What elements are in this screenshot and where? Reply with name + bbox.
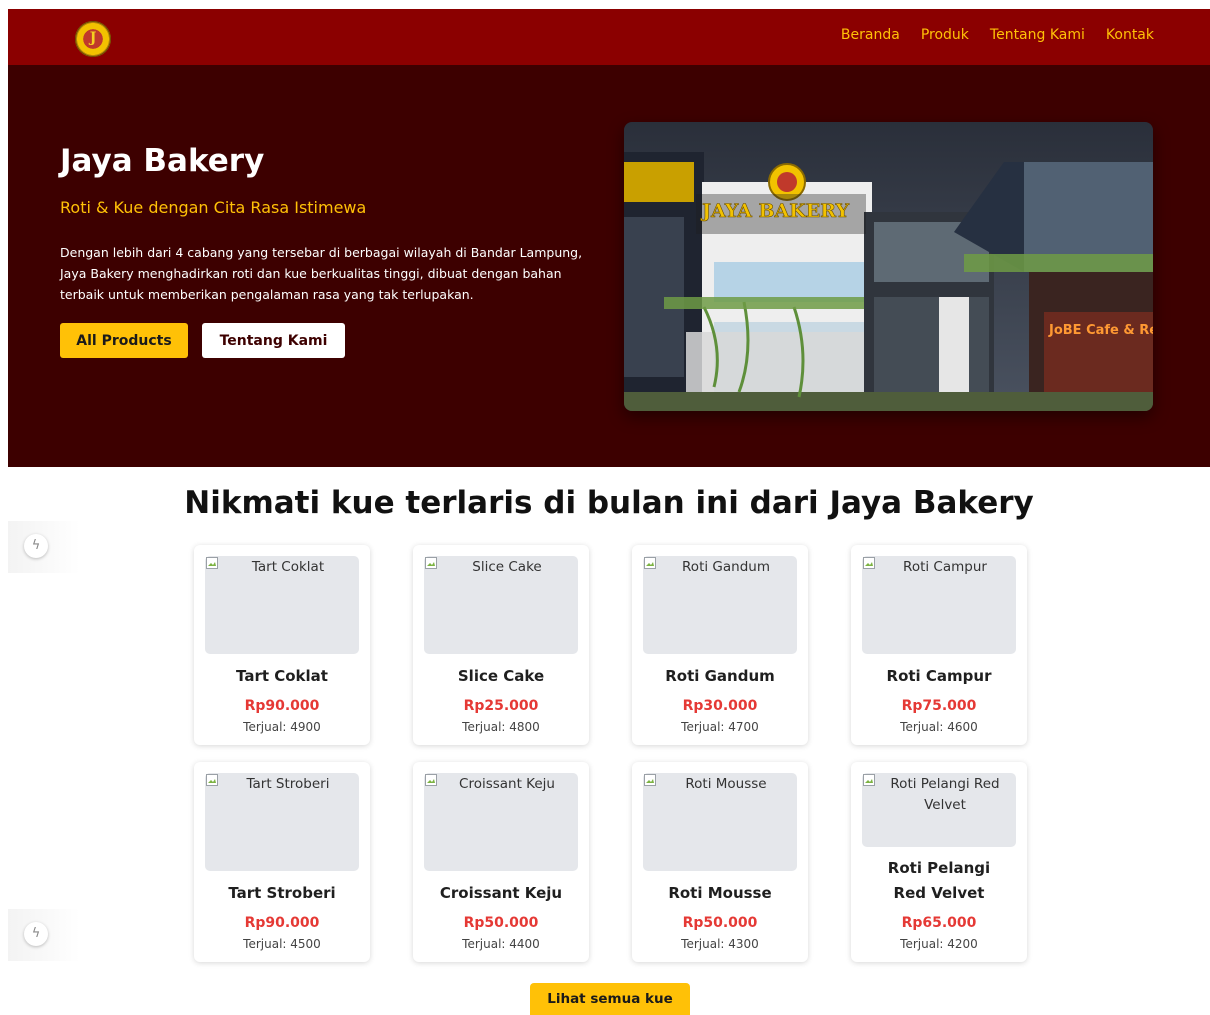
product-price: Rp90.000	[244, 698, 320, 714]
product-sold-count: Terjual: 4700	[681, 720, 759, 734]
product-name: Slice Cake	[457, 667, 545, 685]
product-name: Roti Campur	[886, 667, 992, 685]
nav-link-tentang-kami[interactable]: Tentang Kami	[990, 27, 1085, 43]
product-card[interactable]: Croissant Keju Croissant Keju Rp50.000 T…	[413, 762, 589, 962]
product-price: Rp75.000	[901, 698, 977, 714]
product-name: Roti Gandum	[665, 667, 775, 685]
product-image-alt: Slice Cake	[472, 559, 542, 575]
product-sold-count: Terjual: 4900	[243, 720, 321, 734]
product-sold-count: Terjual: 4600	[900, 720, 978, 734]
product-image: Roti Mousse	[643, 773, 797, 871]
product-name: Roti Mousse	[668, 884, 772, 902]
product-name: Tart Coklat	[236, 667, 328, 685]
product-card[interactable]: Roti Mousse Roti Mousse Rp50.000 Terjual…	[632, 762, 808, 962]
product-image: Slice Cake	[424, 556, 578, 654]
product-image: Roti Pelangi Red Velvet	[862, 773, 1016, 847]
product-sold-count: Terjual: 4500	[243, 937, 321, 951]
product-image: Roti Campur	[862, 556, 1016, 654]
product-image: Tart Stroberi	[205, 773, 359, 871]
product-sold-count: Terjual: 4200	[900, 937, 978, 951]
tentang-kami-button[interactable]: Tentang Kami	[202, 323, 345, 358]
product-image: Croissant Keju	[424, 773, 578, 871]
product-price: Rp30.000	[682, 698, 758, 714]
bakery-storefront-photo: JAYA BAKERY JoBE Cafe & Re	[624, 122, 1153, 411]
page: J Beranda Produk Tentang Kami Kontak Jay…	[8, 9, 1210, 1015]
product-price: Rp25.000	[463, 698, 539, 714]
product-sold-count: Terjual: 4400	[462, 937, 540, 951]
product-image-alt: Roti Mousse	[685, 776, 767, 792]
product-image: Tart Coklat	[205, 556, 359, 654]
product-name: Tart Stroberi	[228, 884, 336, 902]
nav-link-beranda[interactable]: Beranda	[841, 27, 900, 43]
section-title: Nikmati kue terlaris di bulan ini dari J…	[184, 485, 1034, 521]
see-all-cakes-button[interactable]: Lihat semua kue	[530, 983, 690, 1015]
product-card[interactable]: Roti Campur Roti Campur Rp75.000 Terjual…	[851, 545, 1027, 745]
side-quick-button[interactable]: ϟ	[8, 909, 80, 961]
hero-section: Jaya Bakery Roti & Kue dengan Cita Rasa …	[8, 65, 1210, 467]
product-image-alt: Tart Coklat	[251, 559, 325, 575]
product-image-alt: Roti Campur	[903, 559, 987, 575]
logo-letter: J	[89, 30, 97, 46]
product-price: Rp65.000	[901, 915, 977, 931]
product-grid: Tart Coklat Tart Coklat Rp90.000 Terjual…	[194, 545, 1027, 962]
hero-subtitle: Roti & Kue dengan Cita Rasa Istimewa	[60, 198, 367, 217]
hero-title: Jaya Bakery	[60, 143, 265, 179]
nav-links: Beranda Produk Tentang Kami Kontak	[841, 27, 1154, 43]
product-sold-count: Terjual: 4300	[681, 937, 759, 951]
product-price: Rp90.000	[244, 915, 320, 931]
nav-link-kontak[interactable]: Kontak	[1106, 27, 1154, 43]
lightning-icon: ϟ	[24, 922, 48, 946]
lightning-icon: ϟ	[24, 534, 48, 558]
navbar: J Beranda Produk Tentang Kami Kontak	[8, 9, 1210, 65]
hero-description: Dengan lebih dari 4 cabang yang tersebar…	[60, 245, 583, 302]
photo-sign-text: JAYA BAKERY	[700, 200, 849, 222]
product-card[interactable]: Tart Coklat Tart Coklat Rp90.000 Terjual…	[194, 545, 370, 745]
product-image: Roti Gandum	[643, 556, 797, 654]
product-price: Rp50.000	[682, 915, 758, 931]
product-card[interactable]: Roti Pelangi Red Velvet Roti Pelangi Red…	[851, 762, 1027, 962]
product-name: Croissant Keju	[439, 884, 563, 902]
side-quick-button[interactable]: ϟ	[8, 521, 80, 573]
nav-link-produk[interactable]: Produk	[921, 27, 969, 43]
all-products-button[interactable]: All Products	[60, 323, 188, 358]
product-image-alt: Tart Stroberi	[246, 776, 330, 792]
product-sold-count: Terjual: 4800	[462, 720, 540, 734]
product-price: Rp50.000	[463, 915, 539, 931]
product-name: Roti Pelangi Red Velvet	[887, 859, 991, 902]
product-image-alt: Croissant Keju	[459, 776, 555, 792]
product-card[interactable]: Tart Stroberi Tart Stroberi Rp90.000 Ter…	[194, 762, 370, 962]
product-card[interactable]: Slice Cake Slice Cake Rp25.000 Terjual: …	[413, 545, 589, 745]
product-image-alt: Roti Pelangi Red Velvet	[890, 776, 1000, 813]
jaya-bakery-logo[interactable]: J	[75, 21, 111, 57]
photo-sign-secondary-text: JoBE Cafe & Re	[1048, 323, 1153, 338]
product-card[interactable]: Roti Gandum Roti Gandum Rp30.000 Terjual…	[632, 545, 808, 745]
product-image-alt: Roti Gandum	[682, 559, 770, 575]
